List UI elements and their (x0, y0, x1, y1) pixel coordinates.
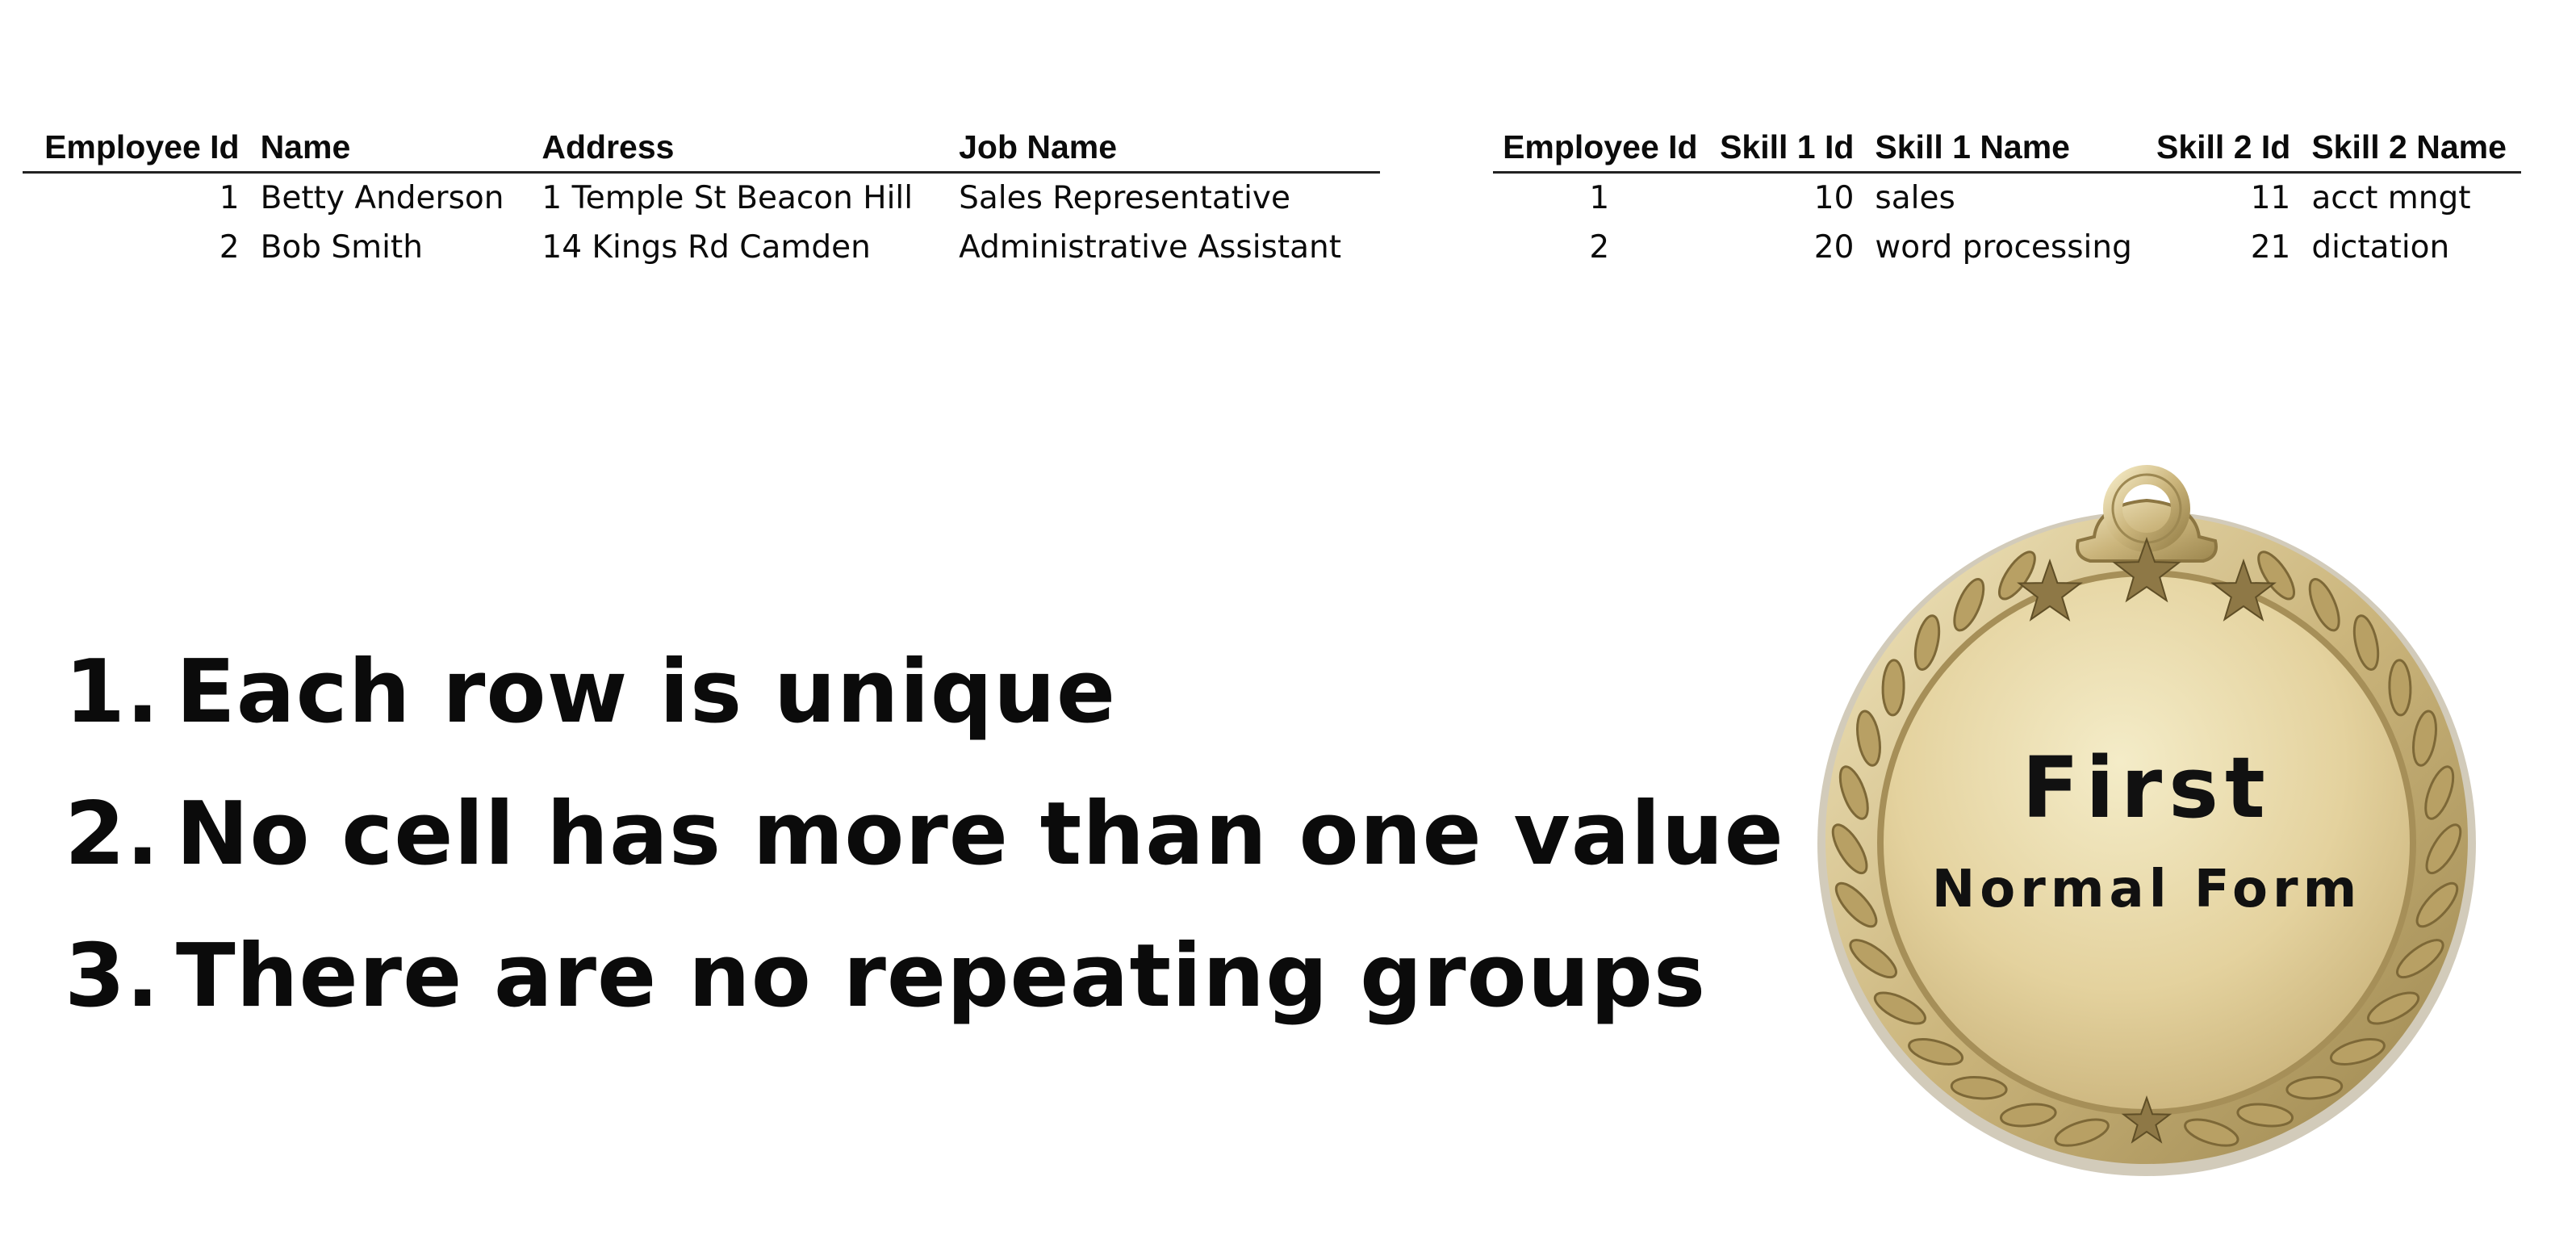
table-cell: 10 (1813, 180, 1855, 216)
table-header-row: Employee Id Name Address Job Name (23, 121, 1380, 174)
table-cell: 11 (2250, 180, 2291, 216)
skill-table: Employee Id Skill 1 Id Skill 1 Name Skil… (1493, 121, 2521, 272)
rule-text: No cell has more than one value (176, 784, 1784, 885)
column-header: Job Name (951, 121, 1380, 174)
table-cell: 2 (1589, 229, 1610, 266)
table-row: 1 Betty Anderson 1 Temple St Beacon Hill… (23, 173, 1380, 224)
table-cell: Sales Representative (959, 180, 1290, 216)
medal: First Normal Form (1808, 460, 2486, 1187)
column-header: Skill 1 Name (1867, 121, 2147, 174)
table-header-row: Employee Id Skill 1 Id Skill 1 Name Skil… (1493, 121, 2521, 174)
column-header: Skill 1 Id (1710, 121, 1867, 174)
column-header: Skill 2 Name (2303, 121, 2521, 174)
table-row: 1 10 sales 11 acct mngt (1493, 173, 2521, 224)
rule-item: 1. Each row is unique (65, 622, 1784, 764)
table-row: 2 Bob Smith 14 Kings Rd Camden Administr… (23, 223, 1380, 272)
rule-item: 2. No cell has more than one value (65, 764, 1784, 906)
rule-number: 2. (65, 784, 161, 885)
medal-subtitle: Normal Form (1931, 860, 2362, 919)
column-header: Name (252, 121, 534, 174)
table-cell: 20 (1813, 229, 1855, 266)
rule-number: 3. (65, 926, 161, 1027)
employee-table: Employee Id Name Address Job Name 1 Bett… (23, 121, 1380, 272)
rule-text: There are no repeating groups (176, 926, 1707, 1027)
rule-text: Each row is unique (176, 642, 1117, 743)
column-header: Employee Id (23, 121, 253, 174)
rule-number: 1. (65, 642, 161, 743)
rule-item: 3. There are no repeating groups (65, 906, 1784, 1048)
table-row: 2 20 word processing 21 dictation (1493, 223, 2521, 272)
table-cell: 1 (1589, 180, 1610, 216)
rules-list: 1. Each row is unique 2. No cell has more … (65, 622, 1784, 1048)
table-cell: Betty Anderson (260, 180, 504, 216)
table-cell: 14 Kings Rd Camden (542, 229, 871, 266)
table-cell: 21 (2250, 229, 2291, 266)
laurel-leaf (1881, 659, 1905, 717)
table-cell: 1 Temple St Beacon Hill (542, 180, 914, 216)
table-cell: word processing (1875, 229, 2132, 266)
laurel-leaf (2388, 659, 2412, 717)
table-cell: 1 (219, 180, 240, 216)
column-header: Address (533, 121, 951, 174)
table-cell: sales (1875, 180, 1955, 216)
table-cell: Bob Smith (260, 229, 423, 266)
table-cell: dictation (2311, 229, 2450, 266)
column-header: Employee Id (1493, 121, 1711, 174)
table-cell: Administrative Assistant (959, 229, 1342, 266)
medal-title: First (2022, 739, 2272, 837)
table-cell: acct mngt (2311, 180, 2471, 216)
column-header: Skill 2 Id (2147, 121, 2304, 174)
table-cell: 2 (219, 229, 240, 266)
